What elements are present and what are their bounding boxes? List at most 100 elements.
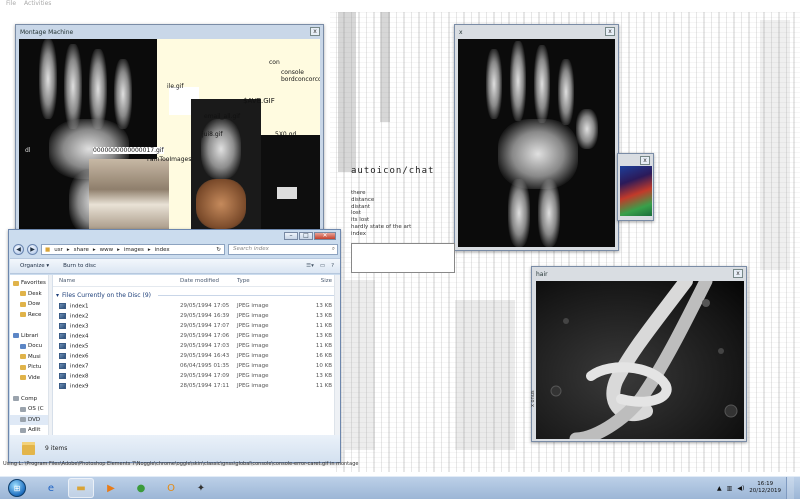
breadcrumb-item[interactable]: index bbox=[155, 247, 170, 253]
chrome-taskbar-icon[interactable]: ● bbox=[128, 478, 154, 498]
menu-file[interactable]: File bbox=[6, 0, 16, 11]
media-player-taskbar-icon[interactable]: ▶ bbox=[98, 478, 124, 498]
close-button[interactable]: x bbox=[733, 269, 743, 278]
organize-button[interactable]: Organize ▾ bbox=[20, 263, 49, 269]
nav-item[interactable]: Librari bbox=[10, 331, 52, 342]
maximize-button[interactable]: □ bbox=[299, 232, 313, 240]
file-row[interactable]: index3 29/05/1994 17:07 JPEG image 11 KB bbox=[53, 321, 340, 331]
system-tray: ▲ ▥ ◀) 16:19 20/12/2019 bbox=[717, 477, 800, 499]
montage-text: ile.gif bbox=[167, 83, 184, 90]
file-row[interactable]: index9 28/05/1994 17:11 JPEG image 11 KB bbox=[53, 381, 340, 391]
file-list-scrollbar[interactable] bbox=[334, 275, 340, 435]
breadcrumb-item[interactable]: share bbox=[74, 247, 89, 253]
forward-button[interactable]: ▶ bbox=[27, 244, 38, 255]
network-icon[interactable]: ▥ bbox=[727, 485, 733, 492]
montage-machine-window[interactable]: Montage Machine x con ile.gif console bo… bbox=[15, 24, 324, 238]
volume-icon[interactable]: ◀) bbox=[737, 485, 744, 492]
help-icon[interactable]: ? bbox=[331, 263, 334, 269]
group-header[interactable]: ▾ Files Currently on the Disc (9) bbox=[53, 290, 340, 301]
nav-item[interactable]: DVD bbox=[10, 414, 52, 425]
breadcrumb-item[interactable]: images bbox=[124, 247, 144, 253]
burn-to-disc-button[interactable]: Burn to disc bbox=[63, 263, 96, 269]
nav-item[interactable]: OS (C bbox=[10, 404, 52, 415]
file-explorer-window[interactable]: – □ ✕ ◀ ▶ ■ usr ▸ share ▸ www ▸ images ▸ ind… bbox=[8, 229, 341, 463]
item-count: 9 items bbox=[45, 445, 68, 452]
nav-item[interactable] bbox=[10, 383, 52, 394]
jpeg-file-icon bbox=[59, 352, 66, 359]
address-bar[interactable]: ■ usr ▸ share ▸ www ▸ images ▸ index ↻ bbox=[41, 244, 225, 255]
file-list-pane[interactable]: Name Date modified Type Size ▾ Files Cur… bbox=[53, 275, 340, 435]
nav-item[interactable] bbox=[10, 320, 52, 331]
hair-image-window[interactable]: hair x x onus bbox=[530, 266, 747, 442]
minimize-button[interactable]: – bbox=[284, 232, 298, 240]
hand-xray-window[interactable]: x x bbox=[454, 24, 619, 251]
chat-input[interactable] bbox=[351, 243, 455, 273]
hair-knot-drawing bbox=[550, 281, 738, 439]
montage-text: con bbox=[269, 59, 280, 66]
menu-activities[interactable]: Activities bbox=[24, 0, 51, 11]
show-desktop-button[interactable] bbox=[786, 477, 794, 499]
small-image-window[interactable]: x bbox=[617, 153, 654, 221]
column-type[interactable]: Type bbox=[237, 278, 294, 284]
montage-text: email_all.gif bbox=[204, 113, 241, 120]
downloads-icon bbox=[20, 301, 26, 307]
file-row[interactable]: index6 29/05/1994 16:43 JPEG image 16 KB bbox=[53, 351, 340, 361]
command-bar: Organize ▾ Burn to disc ☰▾ ▭ ? bbox=[10, 258, 340, 274]
breadcrumb-item[interactable]: usr bbox=[54, 247, 63, 253]
hair-sem-image bbox=[536, 281, 744, 439]
nav-item-label: Rece bbox=[28, 311, 42, 318]
nav-item[interactable]: Docu bbox=[10, 341, 52, 352]
nav-item[interactable]: Favorites bbox=[10, 278, 52, 289]
column-date-modified[interactable]: Date modified bbox=[180, 278, 237, 284]
status-line: Using L: \Program Files\Adobe\Photoshop … bbox=[3, 461, 359, 467]
nav-item[interactable]: Adlit bbox=[10, 425, 52, 435]
nav-item[interactable]: Vide bbox=[10, 373, 52, 384]
preview-pane-icon[interactable]: ▭ bbox=[320, 263, 325, 269]
chat-line: distant bbox=[351, 203, 371, 210]
start-button[interactable]: ⊞ bbox=[8, 479, 26, 497]
close-button[interactable]: x bbox=[640, 156, 650, 165]
nav-scrollbar[interactable] bbox=[48, 275, 52, 435]
column-size[interactable]: Size bbox=[294, 278, 332, 284]
nav-item[interactable]: Rece bbox=[10, 310, 52, 321]
jpeg-file-icon bbox=[59, 312, 66, 319]
file-name-cell: index1 bbox=[53, 302, 180, 310]
column-name[interactable]: Name bbox=[53, 278, 180, 284]
app-taskbar-icon[interactable]: ✦ bbox=[188, 478, 214, 498]
explorer-taskbar-icon[interactable]: ▬ bbox=[68, 478, 94, 498]
chrome-taskbar-icon-glyph: ● bbox=[136, 482, 146, 494]
refresh-icon[interactable]: ↻ bbox=[216, 247, 224, 253]
ie-taskbar-icon[interactable]: e bbox=[38, 478, 64, 498]
montage-text: 5X0.gd bbox=[275, 131, 297, 138]
collapse-arrow-icon[interactable]: ▾ bbox=[56, 292, 59, 299]
outlook-taskbar-icon[interactable]: O bbox=[158, 478, 184, 498]
file-name: index1 bbox=[70, 303, 89, 310]
file-type: JPEG image bbox=[237, 313, 269, 319]
search-input[interactable]: Search index ⌕ bbox=[228, 244, 338, 255]
file-row[interactable]: index7 06/04/1995 01:35 JPEG image 10 KB bbox=[53, 361, 340, 371]
taskbar: ⊞ e ▬ ▶ ● O ✦ ▲ ▥ ◀) 16:19 20/12/2019 bbox=[0, 476, 800, 499]
nav-item[interactable]: Musi bbox=[10, 352, 52, 363]
clock[interactable]: 16:19 20/12/2019 bbox=[749, 481, 781, 495]
file-row[interactable]: index2 29/05/1994 16:39 JPEG image 13 KB bbox=[53, 311, 340, 321]
nav-item[interactable]: Desk bbox=[10, 289, 52, 300]
breadcrumb-item[interactable]: www bbox=[100, 247, 114, 253]
tray-arrow-icon[interactable]: ▲ bbox=[717, 485, 722, 492]
close-button[interactable]: x bbox=[310, 27, 320, 36]
file-row[interactable]: index4 29/05/1994 17:06 JPEG image 13 KB bbox=[53, 331, 340, 341]
navigation-pane[interactable]: Favorites Desk Dow Rece Librari Docu Musi Pictu… bbox=[10, 275, 53, 435]
montage-canvas[interactable]: con ile.gif console bordconcorconsole $A… bbox=[19, 39, 320, 235]
file-row[interactable]: index8 29/05/1994 17:09 JPEG image 13 KB bbox=[53, 371, 340, 381]
chat-lines: there distance distant lost its lost har… bbox=[351, 190, 451, 238]
nav-item[interactable]: Dow bbox=[10, 299, 52, 310]
nav-item[interactable]: Comp bbox=[10, 394, 52, 405]
back-button[interactable]: ◀ bbox=[13, 244, 24, 255]
close-button[interactable]: ✕ bbox=[314, 232, 336, 240]
nav-item[interactable]: Pictu bbox=[10, 362, 52, 373]
view-options-icon[interactable]: ☰▾ bbox=[306, 263, 314, 269]
file-name-cell: index7 bbox=[53, 362, 180, 369]
file-row[interactable]: index5 29/05/1994 17:03 JPEG image 11 KB bbox=[53, 341, 340, 351]
close-button[interactable]: x bbox=[605, 27, 615, 36]
file-row[interactable]: index1 29/05/1994 17:05 JPEG image 13 KB bbox=[53, 301, 340, 311]
library-icon bbox=[13, 333, 19, 339]
